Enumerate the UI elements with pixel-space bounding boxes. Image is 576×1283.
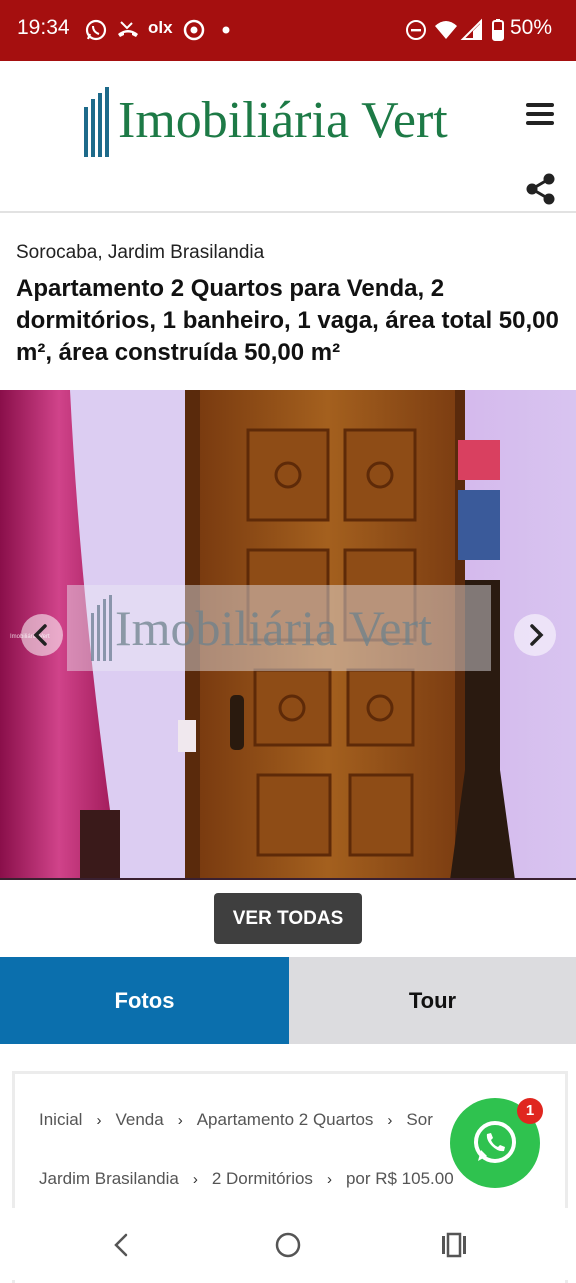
chevron-right-icon: ›: [177, 1112, 183, 1129]
chrome-icon: [183, 19, 205, 41]
breadcrumb-item-preco[interactable]: por R$ 105.00: [346, 1169, 454, 1188]
watermark-box: Imobiliária Vert: [67, 585, 491, 671]
chevron-left-icon: [33, 624, 47, 646]
breadcrumb-item-apartamento[interactable]: Apartamento 2 Quartos: [197, 1110, 374, 1129]
system-nav-bar: [0, 1208, 576, 1280]
listing-title: Apartamento 2 Quartos para Venda, 2 dorm…: [16, 275, 559, 366]
hamburger-menu-icon[interactable]: [526, 103, 554, 129]
listing-location: Sorocaba, Jardim Brasilandia: [16, 242, 265, 263]
tab-fotos[interactable]: Fotos: [0, 957, 289, 1044]
wifi-icon: [435, 21, 457, 39]
olx-icon: olx: [148, 18, 173, 37]
prev-photo-button[interactable]: [21, 614, 63, 656]
share-icon[interactable]: [524, 172, 558, 206]
watermark-text: Imobiliária Vert: [115, 600, 433, 656]
chevron-right-icon: ›: [96, 1112, 102, 1129]
tab-tour[interactable]: Tour: [289, 957, 576, 1044]
site-logo[interactable]: Imobiliária Vert: [82, 87, 502, 159]
logo-bars-icon: [84, 87, 109, 157]
breadcrumb-item-inicial[interactable]: Inicial: [39, 1110, 82, 1129]
status-bar: 19:34 olx 50%: [0, 0, 576, 61]
recent-apps-icon[interactable]: [437, 1228, 471, 1262]
dot-icon: [222, 26, 230, 34]
home-icon[interactable]: [271, 1228, 305, 1262]
breadcrumb-row-1: Inicial › Venda › Apartamento 2 Quartos › Sor: [39, 1110, 433, 1130]
signal-icon: [460, 18, 482, 40]
breadcrumb-item-venda[interactable]: Venda: [115, 1110, 163, 1129]
dnd-icon: [406, 20, 426, 40]
chevron-right-icon: [530, 624, 544, 646]
watermark-logo-icon: [91, 595, 112, 661]
breadcrumb-item-sorocaba[interactable]: Sor: [406, 1110, 432, 1129]
chevron-right-icon: ›: [387, 1112, 393, 1129]
battery-icon: [492, 19, 504, 41]
back-icon[interactable]: [105, 1228, 139, 1262]
whatsapp-icon: [85, 19, 107, 41]
status-time: 19:34: [17, 16, 70, 39]
notification-badge: 1: [517, 1098, 543, 1124]
logo-text: Imobiliária Vert: [118, 92, 448, 149]
breadcrumb-item-bairro[interactable]: Jardim Brasilandia: [39, 1169, 179, 1188]
view-all-photos-button[interactable]: VER TODAS: [214, 893, 362, 944]
chevron-right-icon: ›: [326, 1171, 332, 1188]
missed-call-icon: [118, 21, 138, 37]
property-photo[interactable]: Imobiliária Vert: [0, 390, 576, 880]
breadcrumb-row-2: Jardim Brasilandia › 2 Dormitórios › por R$ …: [39, 1169, 454, 1189]
breadcrumb-item-dormitorios[interactable]: 2 Dormitórios: [212, 1169, 313, 1188]
next-photo-button[interactable]: [514, 614, 556, 656]
site-header: Imobiliária Vert: [0, 61, 576, 213]
battery-percent: 50%: [510, 16, 553, 39]
chevron-right-icon: ›: [192, 1171, 198, 1188]
